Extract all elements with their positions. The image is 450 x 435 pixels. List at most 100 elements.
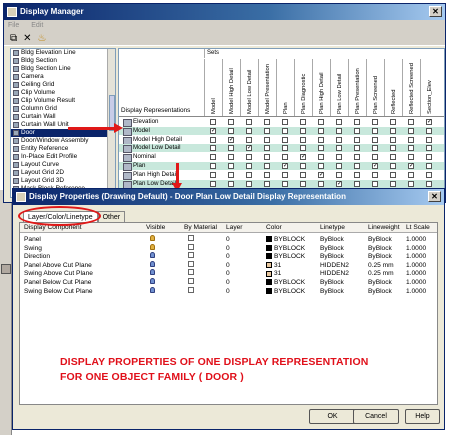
set-checkbox[interactable]	[282, 119, 288, 125]
set-checkbox[interactable]	[264, 136, 270, 143]
set-column-header[interactable]: Plan	[276, 59, 294, 116]
set-column-header[interactable]: Plan Diagnostic	[294, 59, 312, 116]
set-checkbox[interactable]	[264, 180, 270, 187]
col-by-material[interactable]: By Material	[184, 223, 217, 232]
set-checkbox[interactable]	[318, 154, 324, 161]
color-value[interactable]: BYBLOCK	[266, 287, 305, 296]
set-checkbox[interactable]: ✓	[426, 119, 432, 125]
set-checkbox[interactable]	[336, 154, 342, 161]
set-checkbox[interactable]	[318, 163, 324, 169]
set-checkbox[interactable]	[210, 180, 216, 187]
set-checkbox[interactable]	[210, 171, 216, 178]
set-checkbox[interactable]	[408, 180, 414, 187]
set-checkbox[interactable]	[318, 180, 324, 187]
table-row[interactable]: Swing Below Cut Plane 0 BYBLOCK ByBlock ByBl…	[20, 286, 437, 296]
set-checkbox[interactable]	[372, 119, 378, 125]
set-checkbox[interactable]	[210, 136, 216, 143]
set-checkbox[interactable]	[246, 127, 252, 134]
set-checkbox[interactable]	[426, 163, 432, 169]
tree-item[interactable]: Door/Window Assembly	[11, 137, 115, 145]
set-checkbox[interactable]	[354, 145, 360, 152]
ok-button[interactable]: OK	[309, 409, 356, 424]
representation-row[interactable]: Plan ✓ ✓ ✓	[119, 162, 444, 171]
set-checkbox[interactable]	[282, 127, 288, 134]
representation-row[interactable]: Model High Detail ✓	[119, 136, 444, 145]
menu-edit[interactable]: Edit	[31, 22, 43, 29]
set-checkbox[interactable]	[372, 154, 378, 161]
copy-icon[interactable]: ⧉	[10, 32, 17, 45]
set-checkbox[interactable]	[246, 136, 252, 143]
set-checkbox[interactable]: ✓	[336, 180, 342, 187]
purge-icon[interactable]: ♨	[38, 32, 47, 45]
set-checkbox[interactable]	[390, 154, 396, 161]
set-checkbox[interactable]	[228, 180, 234, 187]
set-checkbox[interactable]	[390, 136, 396, 143]
representation-row[interactable]: Model Low Detail ✓	[119, 144, 444, 154]
set-checkbox[interactable]	[354, 180, 360, 187]
col-visible[interactable]: Visible	[146, 223, 165, 232]
set-checkbox[interactable]	[246, 119, 252, 125]
set-checkbox[interactable]	[408, 171, 414, 178]
set-checkbox[interactable]	[246, 154, 252, 161]
representation-row[interactable]: Model ✓	[119, 126, 444, 136]
set-checkbox[interactable]	[300, 136, 306, 143]
delete-icon[interactable]: ✕	[23, 32, 31, 45]
set-checkbox[interactable]	[336, 145, 342, 152]
set-checkbox[interactable]: ✓	[228, 136, 234, 143]
set-checkbox[interactable]	[408, 136, 414, 143]
close-icon[interactable]: ✕	[429, 6, 442, 17]
set-checkbox[interactable]	[372, 127, 378, 134]
tree-item[interactable]: Curtain Wall	[11, 113, 115, 121]
set-checkbox[interactable]	[318, 127, 324, 134]
representation-row[interactable]: Elevation ✓	[119, 118, 444, 127]
tree-item[interactable]: Bldg Elevation Line	[11, 49, 115, 57]
set-checkbox[interactable]	[372, 171, 378, 178]
tree-item[interactable]: Ceiling Grid	[11, 81, 115, 89]
set-checkbox[interactable]	[228, 171, 234, 178]
set-column-header[interactable]: Reflected	[384, 59, 402, 116]
set-checkbox[interactable]	[282, 180, 288, 187]
set-checkbox[interactable]	[372, 180, 378, 187]
set-checkbox[interactable]	[282, 145, 288, 152]
close-icon[interactable]: ✕	[428, 191, 441, 202]
set-checkbox[interactable]	[390, 171, 396, 178]
help-button[interactable]: Help	[405, 409, 440, 424]
set-checkbox[interactable]	[390, 163, 396, 169]
set-checkbox[interactable]	[354, 154, 360, 161]
set-column-header[interactable]: Model	[204, 59, 222, 116]
set-checkbox[interactable]	[228, 119, 234, 125]
set-checkbox[interactable]	[426, 136, 432, 143]
col-lineweight[interactable]: Lineweight	[368, 223, 404, 232]
set-checkbox[interactable]	[390, 145, 396, 152]
tree-item[interactable]: Layout Grid 2D	[11, 169, 115, 177]
set-column-header[interactable]: Model Presentation	[258, 59, 276, 116]
set-checkbox[interactable]	[318, 136, 324, 143]
lightbulb-off-icon[interactable]	[150, 286, 155, 296]
set-checkbox[interactable]	[354, 163, 360, 169]
cancel-button[interactable]: Cancel	[353, 409, 399, 424]
set-checkbox[interactable]	[408, 154, 414, 161]
representation-row[interactable]: Nominal ✓	[119, 153, 444, 163]
set-checkbox[interactable]: ✓	[282, 163, 288, 169]
set-checkbox[interactable]	[210, 119, 216, 125]
representation-row[interactable]: Plan Low Detail ✓	[119, 179, 444, 189]
set-column-header[interactable]: Plan Presentation	[348, 59, 366, 116]
set-checkbox[interactable]	[282, 171, 288, 178]
tree-item[interactable]: Clip Volume Result	[11, 97, 115, 105]
tree-item[interactable]: Bldg Section	[11, 57, 115, 65]
set-checkbox[interactable]	[282, 154, 288, 161]
set-column-header[interactable]: Section_Elev	[420, 59, 438, 116]
tool-icon[interactable]	[1, 264, 11, 274]
set-column-header[interactable]: Plan Low Detail	[330, 59, 348, 116]
set-checkbox[interactable]	[264, 127, 270, 134]
set-checkbox[interactable]	[372, 136, 378, 143]
set-checkbox[interactable]	[426, 145, 432, 152]
set-checkbox[interactable]: ✓	[210, 127, 216, 134]
menu-file[interactable]: File	[8, 22, 19, 29]
set-checkbox[interactable]	[228, 127, 234, 134]
set-checkbox[interactable]	[210, 154, 216, 161]
set-column-header[interactable]: Plan High Detail	[312, 59, 330, 116]
by-material-checkbox[interactable]	[188, 286, 194, 296]
set-checkbox[interactable]	[354, 127, 360, 134]
tree-item[interactable]: Door	[11, 129, 115, 137]
